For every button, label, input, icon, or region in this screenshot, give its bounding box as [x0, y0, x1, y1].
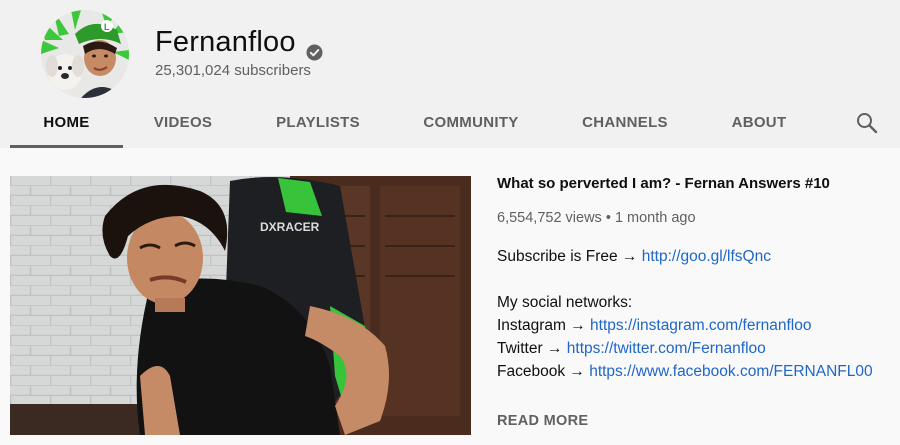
- search-icon[interactable]: [856, 112, 878, 134]
- twitter-link[interactable]: https://twitter.com/Fernanfloo: [567, 340, 766, 357]
- active-tab-indicator: [10, 145, 123, 148]
- instagram-link[interactable]: https://instagram.com/fernanfloo: [590, 317, 811, 334]
- thumbnail-brand: DXRACER: [260, 220, 320, 234]
- social-heading: My social networks:: [497, 294, 633, 311]
- tab-videos[interactable]: VIDEOS: [131, 100, 235, 148]
- view-count: 6,554,752 views: [497, 210, 602, 226]
- channel-name: Fernanfloo: [155, 26, 296, 58]
- social-twitter: Twitter → https://twitter.com/Fernanfloo: [497, 340, 766, 358]
- social-label: Twitter →: [497, 340, 563, 357]
- verified-check-icon: [306, 36, 323, 61]
- avatar-image: L: [41, 10, 129, 98]
- subscriber-count: 25,301,024 subscribers: [155, 62, 311, 79]
- video-title[interactable]: What so perverted I am? - Fernan Answers…: [497, 175, 830, 192]
- tab-community[interactable]: COMMUNITY: [409, 100, 533, 148]
- tab-playlists[interactable]: PLAYLISTS: [258, 100, 378, 148]
- channel-tabs: HOME VIDEOS PLAYLISTS COMMUNITY CHANNELS…: [10, 100, 900, 148]
- video-meta: 6,554,752 views • 1 month ago: [497, 210, 696, 226]
- channel-title: Fernanfloo: [155, 26, 323, 61]
- read-more-button[interactable]: READ MORE: [497, 413, 588, 429]
- social-label: Facebook →: [497, 363, 585, 380]
- video-thumbnail[interactable]: DXRACER: [10, 176, 471, 435]
- svg-text:L: L: [104, 22, 110, 32]
- social-label: Instagram →: [497, 317, 586, 334]
- subscribe-link[interactable]: http://goo.gl/lfsQnc: [642, 248, 771, 265]
- social-instagram: Instagram → https://instagram.com/fernan…: [497, 317, 811, 335]
- description-subscribe: Subscribe is Free → http://goo.gl/lfsQnc: [497, 248, 771, 266]
- subscribe-text: Subscribe is Free →: [497, 248, 638, 265]
- tab-about[interactable]: ABOUT: [722, 100, 796, 148]
- channel-avatar[interactable]: L: [41, 10, 129, 98]
- meta-separator: •: [605, 210, 611, 226]
- thumbnail-image: DXRACER: [10, 176, 471, 435]
- tab-home[interactable]: HOME: [10, 100, 123, 148]
- tab-channels[interactable]: CHANNELS: [570, 100, 680, 148]
- facebook-link[interactable]: https://www.facebook.com/FERNANFL00: [589, 363, 872, 380]
- channel-header: L Fernanfloo 25,301,024 subscribers HOME…: [0, 0, 900, 148]
- social-facebook: Facebook → https://www.facebook.com/FERN…: [497, 363, 873, 381]
- upload-age: 1 month ago: [614, 210, 696, 226]
